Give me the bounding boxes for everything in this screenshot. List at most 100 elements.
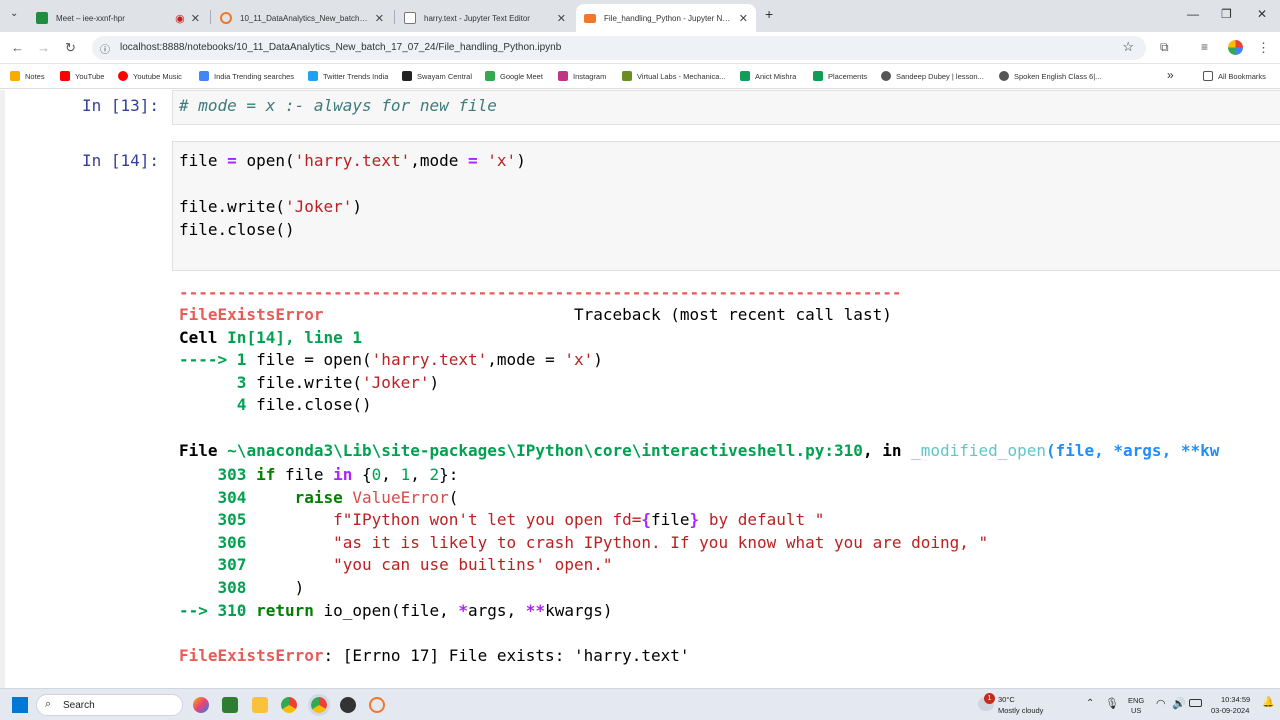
notification-bell-icon[interactable]: 🔔	[1262, 697, 1274, 708]
tab-meet[interactable]: Meet – iee-xxnf-hpr ◉ ✕	[28, 4, 208, 32]
chevron-up-icon[interactable]: ⌃	[1086, 698, 1094, 709]
cell-13-prompt: In [13]:	[82, 96, 160, 115]
search-label: Search	[63, 700, 95, 711]
notebook-area: In [13]: # mode = x :- always for new fi…	[0, 90, 1280, 688]
site-info-icon[interactable]: ⓘ	[100, 41, 110, 56]
close-tab-icon[interactable]: ✕	[191, 12, 200, 25]
notification-badge: 1	[984, 693, 995, 704]
traceback-line: 305 f"IPython won't let you open fd={fil…	[179, 510, 825, 529]
reload-icon[interactable]: ↻	[65, 40, 76, 56]
extensions-icon[interactable]: ⧉	[1160, 40, 1169, 55]
close-window-icon[interactable]: ✕	[1257, 7, 1267, 21]
bookmark-item[interactable]: Virtual Labs - Mechanica...	[622, 71, 726, 81]
url-bar[interactable]: ⓘ localhost:8888/notebooks/10_11_DataAna…	[92, 36, 1146, 60]
traceback-file-ref: File ~\anaconda3\Lib\site-packages\IPyth…	[179, 441, 1220, 460]
bookmark-item[interactable]: Spoken English Class 6|...	[999, 71, 1101, 81]
bookmark-item[interactable]: Swayam Central	[402, 71, 472, 81]
code-line: file.write('Joker')	[179, 197, 363, 216]
new-tab-icon[interactable]: +	[765, 6, 773, 22]
recording-icon: ◉	[175, 12, 185, 25]
bookmark-item[interactable]: YouTube	[60, 71, 104, 81]
bookmarks-bar: Notes YouTube Youtube Music India Trendi…	[0, 64, 1280, 89]
minimize-icon[interactable]: —	[1187, 7, 1199, 21]
traceback-line: 308 )	[179, 578, 305, 597]
file-icon	[404, 12, 416, 24]
language-code[interactable]: ENG	[1128, 696, 1144, 705]
tab-search-chevron-icon[interactable]: ⌄	[10, 8, 18, 19]
search-icon: ⌕	[45, 698, 52, 710]
bookmark-item[interactable]: Anict Mishra	[740, 71, 796, 81]
tab-title: 10_11_DataAnalytics_New_batch_17_0	[240, 13, 369, 23]
wifi-icon[interactable]: ◠	[1156, 697, 1166, 710]
bookmark-item[interactable]: Twitter Trends India	[308, 71, 388, 81]
weather-desc: Mostly cloudy	[998, 706, 1044, 715]
address-bar-row: ← → ↻ ⓘ localhost:8888/notebooks/10_11_D…	[0, 32, 1280, 64]
traceback-dashes: ----------------------------------------…	[179, 283, 902, 302]
bookmarks-overflow-icon[interactable]: »	[1167, 68, 1174, 82]
bookmark-item[interactable]: Notes	[10, 71, 45, 81]
jupyter-icon	[584, 13, 596, 23]
traceback-line: 307 "you can use builtins' open."	[179, 555, 613, 574]
chrome-active-icon[interactable]	[308, 694, 330, 716]
folder-icon	[1203, 71, 1213, 81]
tab-file-handling[interactable]: File_handling_Python - Jupyter Notebo ✕	[576, 4, 756, 32]
battery-icon[interactable]	[1189, 699, 1202, 707]
language-region[interactable]: US	[1131, 706, 1141, 715]
tab-title: Meet – iee-xxnf-hpr	[56, 13, 125, 23]
traceback-cell-ref: Cell In[14], line 1	[179, 328, 363, 347]
profile-avatar[interactable]	[1228, 40, 1243, 55]
maximize-icon[interactable]: ❐	[1221, 7, 1232, 21]
bookmark-item[interactable]: Instagram	[558, 71, 606, 81]
bookmark-item[interactable]: Youtube Music	[118, 71, 182, 81]
traceback-line: 306 "as it is likely to crash IPython. I…	[179, 533, 989, 552]
more-menu-icon[interactable]: ⋮	[1257, 40, 1270, 56]
cell-14-prompt: In [14]:	[82, 151, 160, 170]
traceback-line: 4 file.close()	[179, 395, 372, 414]
bookmark-star-icon[interactable]: ☆	[1122, 39, 1134, 55]
meet-icon	[36, 12, 48, 24]
code-line: file.close()	[179, 220, 295, 239]
app-icon[interactable]	[340, 697, 356, 713]
traceback-header: FileExistsError Traceback (most recent c…	[179, 305, 892, 324]
windows-start-icon[interactable]	[12, 697, 28, 713]
code-line: file = open('harry.text',mode = 'x')	[179, 151, 526, 170]
all-bookmarks[interactable]: All Bookmarks	[1203, 71, 1266, 81]
close-tab-icon[interactable]: ✕	[557, 12, 566, 25]
traceback-final-error: FileExistsError: [Errno 17] File exists:…	[179, 646, 690, 665]
clock-date[interactable]: 03-09-2024	[1211, 706, 1249, 715]
file-explorer-icon[interactable]	[252, 697, 268, 713]
forward-icon[interactable]: →	[37, 40, 50, 55]
tab-title: File_handling_Python - Jupyter Notebo	[604, 13, 733, 23]
url-text: localhost:8888/notebooks/10_11_DataAnaly…	[120, 42, 562, 53]
traceback-line: --> 310 return io_open(file, *args, **kw…	[179, 601, 613, 620]
volume-icon[interactable]: 🔊	[1172, 697, 1186, 710]
chrome-icon[interactable]	[281, 697, 297, 713]
traceback-line: 304 raise ValueError(	[179, 488, 459, 507]
tab-text-editor[interactable]: harry.text - Jupyter Text Editor ✕	[396, 4, 574, 32]
jupyter-taskbar-icon[interactable]	[369, 697, 385, 713]
traceback-line: 3 file.write('Joker')	[179, 373, 440, 392]
widgets-icon[interactable]	[222, 697, 238, 713]
bookmark-item[interactable]: Placements	[813, 71, 867, 81]
taskbar-search[interactable]: ⌕ Search	[36, 694, 183, 716]
traceback-line: ----> 1 file = open('harry.text',mode = …	[179, 350, 603, 369]
microphone-icon[interactable]: 🎙	[1105, 697, 1119, 710]
bookmark-item[interactable]: Google Meet	[485, 71, 543, 81]
back-icon[interactable]: ←	[11, 40, 24, 55]
traceback-line: 303 if file in {0, 1, 2}:	[179, 465, 459, 484]
bookmark-item[interactable]: India Trending searches	[199, 71, 294, 81]
browser-tab-bar: ⌄ Meet – iee-xxnf-hpr ◉ ✕ 10_11_DataAnal…	[0, 0, 1280, 32]
close-tab-icon[interactable]: ✕	[739, 12, 748, 25]
tab-notebook-folder[interactable]: 10_11_DataAnalytics_New_batch_17_0 ✕	[212, 4, 392, 32]
copilot-icon[interactable]	[193, 697, 209, 713]
tab-title: harry.text - Jupyter Text Editor	[424, 13, 530, 23]
weather-temp: 30°C	[998, 695, 1015, 704]
windows-taskbar: ⌕ Search 1 30°C Mostly cloudy ⌃ 🎙 ENG US…	[0, 688, 1280, 720]
media-icon[interactable]: ≡	[1201, 40, 1208, 54]
cell-gutter	[0, 90, 5, 688]
jupyter-icon	[220, 12, 232, 24]
bookmark-item[interactable]: Sandeep Dubey | lesson...	[881, 71, 984, 81]
close-tab-icon[interactable]: ✕	[375, 12, 384, 25]
cell-13-comment: # mode = x :- always for new file	[179, 96, 497, 115]
clock-time[interactable]: 10:34:59	[1221, 695, 1250, 704]
